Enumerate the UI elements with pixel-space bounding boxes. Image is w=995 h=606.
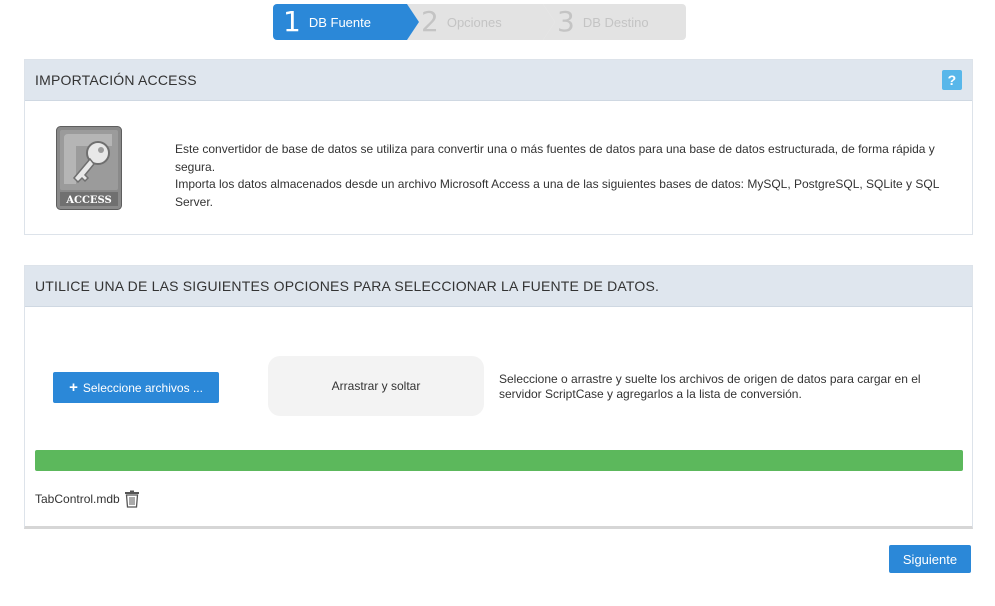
wizard-steps: 1 DB Fuente 2 Opciones 3 DB Destino xyxy=(273,4,686,40)
step-number: 3 xyxy=(557,5,575,38)
file-name: TabControl.mdb xyxy=(35,492,120,506)
progress-fill xyxy=(35,450,963,471)
step-number: 1 xyxy=(283,5,301,38)
access-logo-text: ACCESS xyxy=(65,195,112,206)
description-2: Importa los datos almacenados desde un a… xyxy=(175,177,939,209)
question-icon[interactable]: ? xyxy=(942,70,962,90)
file-list-item: TabControl.mdb xyxy=(35,490,140,508)
panel-title: IMPORTACIÓN ACCESS xyxy=(35,72,197,88)
panel-header: UTILICE UNA DE LAS SIGUIENTES OPCIONES P… xyxy=(25,266,972,307)
select-files-label: Seleccione archivos ... xyxy=(82,380,203,395)
plus-icon: + xyxy=(69,379,78,396)
wizard-step-opciones[interactable]: 2 Opciones xyxy=(407,4,555,40)
drop-zone[interactable]: Arrastrar y soltar xyxy=(268,356,484,416)
upload-hint: Seleccione o arrastre y suelte los archi… xyxy=(499,372,921,401)
trash-icon[interactable] xyxy=(124,490,140,508)
description-1: Este convertidor de base de datos se uti… xyxy=(175,142,935,174)
step-label: DB Fuente xyxy=(308,14,371,30)
drop-zone-label: Arrastrar y soltar xyxy=(331,379,421,393)
step-label: Opciones xyxy=(446,14,502,30)
access-logo: ACCESS xyxy=(56,126,122,210)
wizard-step-db-fuente[interactable]: 1 DB Fuente xyxy=(273,4,419,40)
import-panel: IMPORTACIÓN ACCESS ? ACCESS Este convert… xyxy=(24,59,973,235)
intro-text: Este convertidor de base de datos se uti… xyxy=(175,141,945,211)
wizard-step-db-destino[interactable]: 3 DB Destino xyxy=(543,4,686,40)
panel-title: UTILICE UNA DE LAS SIGUIENTES OPCIONES P… xyxy=(35,278,660,294)
step-number: 2 xyxy=(421,5,439,38)
select-files-button[interactable]: + Seleccione archivos ... xyxy=(53,372,219,403)
step-label: DB Destino xyxy=(582,14,649,30)
source-panel: UTILICE UNA DE LAS SIGUIENTES OPCIONES P… xyxy=(24,265,973,529)
next-button[interactable]: Siguiente xyxy=(889,545,971,573)
upload-progress-bar xyxy=(35,450,963,471)
panel-header: IMPORTACIÓN ACCESS ? xyxy=(25,60,972,101)
